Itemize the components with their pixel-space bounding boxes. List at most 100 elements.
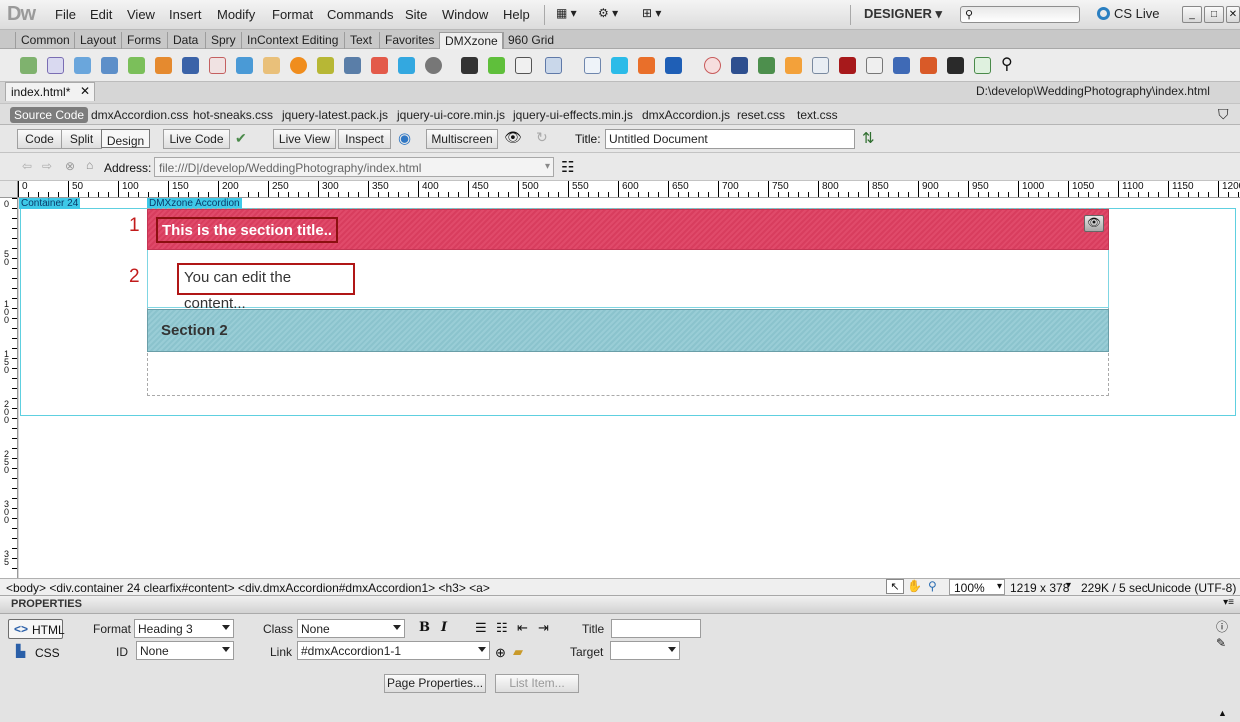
dmx-tool-icon[interactable] <box>317 57 334 74</box>
accordion-section-1-content[interactable]: You can edit the content... <box>147 250 1109 312</box>
browser-preview-icon[interactable]: ◉ <box>398 129 411 147</box>
dmx-tool-icon[interactable] <box>611 57 628 74</box>
indent-icon[interactable]: ⇥ <box>538 620 549 636</box>
multiscreen-button[interactable]: Multiscreen <box>426 129 498 149</box>
chevron-down-icon[interactable]: ▾ <box>545 161 550 172</box>
forward-icon[interactable]: ⇨ <box>42 159 52 173</box>
dmx-tool-icon[interactable] <box>665 57 682 74</box>
dmx-tool-icon[interactable] <box>866 57 883 74</box>
rss-icon[interactable] <box>893 57 910 74</box>
workspace-switcher[interactable]: DESIGNER ▾ <box>864 6 942 22</box>
dmx-tool-icon[interactable] <box>758 57 775 74</box>
tab-forms[interactable]: Forms <box>121 32 166 49</box>
tab-favorites[interactable]: Favorites <box>379 32 439 49</box>
menu-edit[interactable]: Edit <box>90 7 112 22</box>
address-input[interactable]: file:///D|/develop/WeddingPhotography/in… <box>154 157 554 177</box>
dmx-tool-icon[interactable] <box>182 57 199 74</box>
live-code-button[interactable]: Live Code <box>163 129 230 149</box>
home-icon[interactable]: ⌂ <box>86 158 93 172</box>
dmx-tool-icon[interactable] <box>974 57 991 74</box>
panel-menu-icon[interactable]: ▾≡ <box>1223 597 1234 608</box>
dmx-tool-icon[interactable] <box>425 57 442 74</box>
tag-path[interactable]: <body> <div.container 24 clearfix#conten… <box>6 581 490 595</box>
close-tab-icon[interactable]: ✕ <box>80 84 90 98</box>
dmx-tool-icon[interactable] <box>290 57 307 74</box>
back-icon[interactable]: ⇦ <box>22 159 32 173</box>
dmx-tool-icon[interactable] <box>344 57 361 74</box>
close-button[interactable]: ✕ <box>1226 6 1240 23</box>
related-file[interactable]: dmxAccordion.js <box>642 108 730 122</box>
tab-spry[interactable]: Spry <box>205 32 241 49</box>
tab-layout[interactable]: Layout <box>74 32 121 49</box>
tab-incontext-editing[interactable]: InContext Editing <box>241 32 343 49</box>
cs-live-button[interactable]: CS Live <box>1097 6 1160 21</box>
help-search-input[interactable]: ⚲ <box>960 6 1080 23</box>
section-1-title[interactable]: This is the section title.. <box>156 217 339 243</box>
dmx-tool-icon[interactable] <box>545 57 562 74</box>
dmx-tool-icon[interactable] <box>584 57 601 74</box>
dmx-tool-icon[interactable] <box>74 57 91 74</box>
tab-text[interactable]: Text <box>344 32 377 49</box>
tab-960-grid[interactable]: 960 Grid <box>502 32 559 49</box>
dmx-tool-icon[interactable] <box>488 57 505 74</box>
menu-view[interactable]: View <box>127 7 155 22</box>
html-mode-button[interactable]: <> HTML <box>8 619 65 639</box>
related-file[interactable]: dmxAccordion.css <box>91 108 188 122</box>
hand-tool-icon[interactable]: ✋ <box>907 579 922 593</box>
inspect-button[interactable]: Inspect <box>338 129 391 149</box>
properties-header[interactable]: PROPERTIES ▾≡ <box>0 596 1240 614</box>
layout-menu-icon[interactable]: ▦ ▾ <box>556 6 577 20</box>
dmx-tool-icon[interactable] <box>155 57 172 74</box>
dmx-tool-icon[interactable] <box>920 57 937 74</box>
bold-button[interactable]: B <box>419 620 430 635</box>
menu-help[interactable]: Help <box>503 7 530 22</box>
design-canvas[interactable]: Container 24 DMXzone Accordion This is t… <box>19 198 1240 578</box>
menu-format[interactable]: Format <box>272 7 313 22</box>
dmx-tool-icon[interactable] <box>812 57 829 74</box>
class-select[interactable]: None <box>297 619 405 638</box>
menu-modify[interactable]: Modify <box>217 7 255 22</box>
dmx-tool-icon[interactable] <box>20 57 37 74</box>
browse-folder-icon[interactable]: ▰ <box>513 644 523 660</box>
list-item-button[interactable]: List Item... <box>495 674 579 693</box>
id-select[interactable]: None <box>136 641 234 660</box>
accordion-section-1-header[interactable]: This is the section title.. 👁 <box>147 209 1109 250</box>
dmx-tool-icon[interactable] <box>371 57 388 74</box>
related-file[interactable]: reset.css <box>737 108 785 122</box>
dmx-tool-icon[interactable] <box>704 57 721 74</box>
related-file[interactable]: jquery-ui-effects.min.js <box>513 108 633 122</box>
unordered-list-icon[interactable]: ☰ <box>475 620 487 636</box>
menu-insert[interactable]: Insert <box>169 7 202 22</box>
site-tree-icon[interactable]: ⊞ ▾ <box>642 6 661 20</box>
dmx-tool-icon[interactable] <box>128 57 145 74</box>
dmx-tool-icon[interactable] <box>101 57 118 74</box>
related-file[interactable]: jquery-ui-core.min.js <box>397 108 505 122</box>
link-input[interactable]: #dmxAccordion1-1 <box>297 641 490 660</box>
extend-gear-icon[interactable]: ⚙ ▾ <box>598 6 618 20</box>
container-label[interactable]: Container 24 <box>19 198 81 209</box>
twitter-icon[interactable] <box>398 57 415 74</box>
maximize-button[interactable]: □ <box>1204 6 1224 23</box>
menu-window[interactable]: Window <box>442 7 488 22</box>
dmx-tool-icon[interactable] <box>839 57 856 74</box>
ruler-origin[interactable] <box>0 181 18 198</box>
zoom-select[interactable]: 100% ▾ <box>949 579 1005 595</box>
menu-commands[interactable]: Commands <box>327 7 393 22</box>
dmx-tool-icon[interactable] <box>947 57 964 74</box>
related-file[interactable]: jquery-latest.pack.js <box>282 108 388 122</box>
eye-icon[interactable]: 👁 <box>1084 215 1104 232</box>
zoom-tool-icon[interactable]: ⚲ <box>928 579 937 593</box>
live-view-button[interactable]: Live View <box>273 129 336 149</box>
menu-site[interactable]: Site <box>405 7 427 22</box>
dmx-tool-icon[interactable] <box>47 57 64 74</box>
accordion-section-2-header[interactable]: Section 2 <box>147 309 1109 352</box>
dmx-tool-icon[interactable] <box>209 57 226 74</box>
design-view-button[interactable]: Design <box>101 129 150 148</box>
dmx-tool-icon[interactable] <box>785 57 802 74</box>
dmx-tool-icon[interactable] <box>638 57 655 74</box>
document-tab[interactable]: index.html* ✕ <box>5 82 95 101</box>
target-select[interactable] <box>610 641 680 660</box>
menu-file[interactable]: File <box>55 7 76 22</box>
select-tool-icon[interactable]: ↖ <box>886 579 904 594</box>
filter-icon[interactable]: ⛉ <box>1218 106 1229 123</box>
